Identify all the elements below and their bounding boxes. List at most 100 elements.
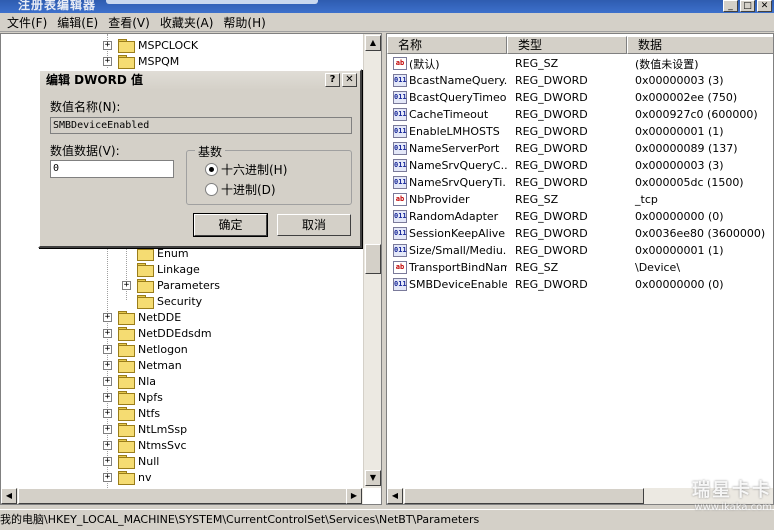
column-name[interactable]: 名称	[387, 36, 507, 54]
expand-icon[interactable]: +	[103, 392, 112, 402]
tree-item[interactable]: + nv	[103, 469, 151, 485]
scroll-thumb[interactable]	[365, 244, 381, 274]
tree-item[interactable]: + NtmsSvc	[103, 437, 187, 453]
menu-view[interactable]: 查看(V)	[103, 14, 155, 31]
tree-item[interactable]: Linkage	[122, 261, 200, 277]
list-row[interactable]: ab NbProvider REG_SZ _tcp	[387, 191, 773, 208]
scroll-right-button[interactable]: ▶	[346, 488, 362, 504]
expand-icon[interactable]: +	[103, 328, 112, 338]
list-row[interactable]: 011 SMBDeviceEnabled REG_DWORD 0x00000000 (…	[387, 276, 773, 293]
scroll-down-button[interactable]: ▼	[365, 470, 381, 486]
value-name: NameSrvQueryTi...	[409, 176, 507, 189]
tree-item[interactable]: + NtLmSsp	[103, 421, 187, 437]
menu-edit[interactable]: 编辑(E)	[52, 14, 103, 31]
list-cell-type: REG_DWORD	[515, 244, 588, 257]
scroll-left-button[interactable]: ◀	[387, 488, 403, 504]
tree-item[interactable]: + NetDDEdsdm	[103, 325, 212, 341]
expand-icon[interactable]: +	[103, 440, 112, 450]
minimize-button[interactable]: _	[723, 0, 738, 12]
scroll-thumb[interactable]	[404, 488, 644, 504]
value-list[interactable]: 名称 类型 数据 ab (默认) REG_SZ (数值未设置) 011 BcastName…	[386, 33, 774, 505]
tree-item[interactable]: + Null	[103, 453, 159, 469]
list-cell-data: _tcp	[635, 193, 658, 206]
value-name: SMBDeviceEnabled	[409, 278, 507, 291]
tree-item-label: Linkage	[157, 262, 200, 276]
value-name: NameServerPort	[409, 142, 500, 155]
scroll-left-button[interactable]: ◀	[1, 488, 17, 504]
expand-icon[interactable]: +	[103, 472, 112, 482]
list-row[interactable]: 011 SessionKeepAlive REG_DWORD 0x0036ee80 (…	[387, 225, 773, 242]
scroll-thumb[interactable]	[18, 488, 348, 504]
tree-item-label: NetDDE	[138, 310, 182, 324]
tree-item[interactable]: + Nla	[103, 373, 156, 389]
list-cell-type: REG_SZ	[515, 193, 559, 206]
list-row[interactable]: 011 EnableLMHOSTS REG_DWORD 0x00000001 (1)	[387, 123, 773, 140]
folder-icon	[118, 391, 135, 405]
tree-item-label: Npfs	[138, 390, 163, 404]
expand-icon[interactable]: +	[103, 424, 112, 434]
list-row[interactable]: 011 RandomAdapter REG_DWORD 0x00000000 (0)	[387, 208, 773, 225]
help-button[interactable]: ?	[325, 73, 340, 87]
expand-icon[interactable]: +	[103, 408, 112, 418]
list-row[interactable]: ab TransportBindName REG_SZ \Device\	[387, 259, 773, 276]
tree-item[interactable]: + MSPQM	[103, 53, 179, 69]
tree-item[interactable]: + Netman	[103, 357, 182, 373]
cancel-button[interactable]: 取消	[277, 214, 351, 236]
expand-icon[interactable]: +	[122, 280, 131, 290]
dialog-close-button[interactable]: ✕	[342, 73, 357, 87]
list-row[interactable]: 011 CacheTimeout REG_DWORD 0x000927c0 (6000…	[387, 106, 773, 123]
ok-button[interactable]: 确定	[193, 213, 268, 237]
folder-icon	[118, 407, 135, 421]
tree-item[interactable]: + MSPCLOCK	[103, 37, 198, 53]
menu-help[interactable]: 帮助(H)	[218, 14, 270, 31]
scroll-up-button[interactable]: ▲	[365, 35, 381, 51]
expand-icon[interactable]: +	[103, 40, 112, 50]
list-cell-data: 0x000005dc (1500)	[635, 176, 744, 189]
column-type[interactable]: 类型	[507, 36, 627, 54]
expand-icon[interactable]: +	[103, 344, 112, 354]
tree-horizontal-scrollbar[interactable]: ◀ ▶	[1, 488, 363, 504]
expand-icon[interactable]: +	[103, 360, 112, 370]
list-row[interactable]: ab (默认) REG_SZ (数值未设置)	[387, 55, 773, 72]
radio-decimal[interactable]: 十进制(D)	[205, 181, 276, 198]
tree-item-label: Parameters	[157, 278, 220, 292]
list-row[interactable]: 011 NameServerPort REG_DWORD 0x00000089 (13…	[387, 140, 773, 157]
list-row[interactable]: 011 NameSrvQueryC... REG_DWORD 0x00000003 (…	[387, 157, 773, 174]
expand-icon[interactable]: +	[103, 456, 112, 466]
value-name: RandomAdapter	[409, 210, 499, 223]
list-cell-type: REG_SZ	[515, 57, 559, 70]
tree-vertical-scrollbar[interactable]: ▲ ▼	[363, 34, 381, 488]
list-cell-type: REG_SZ	[515, 261, 559, 274]
dword-value-icon: 011	[393, 142, 407, 155]
expand-icon[interactable]: +	[103, 56, 112, 66]
list-row[interactable]: 011 Size/Small/Mediu... REG_DWORD 0x0000000…	[387, 242, 773, 259]
tree-item-selected[interactable]: + Parameters	[122, 277, 220, 293]
tree-item[interactable]: + Ntfs	[103, 405, 160, 421]
list-row[interactable]: 011 BcastQueryTimeout REG_DWORD 0x000002ee …	[387, 89, 773, 106]
menu-favorites[interactable]: 收藏夹(A)	[155, 14, 219, 31]
tree-item-label: MSPQM	[138, 54, 180, 68]
tree-item[interactable]: + NetDDE	[103, 309, 181, 325]
list-cell-data: 0x00000000 (0)	[635, 278, 724, 291]
tree-item[interactable]: + Netlogon	[103, 341, 188, 357]
expand-icon[interactable]: +	[103, 312, 112, 322]
list-cell-data: 0x00000003 (3)	[635, 74, 724, 87]
folder-icon	[118, 375, 135, 389]
maximize-button[interactable]: □	[740, 0, 755, 12]
value-data-input[interactable]: 0	[50, 160, 174, 178]
menu-file[interactable]: 文件(F)	[2, 14, 52, 31]
expand-icon[interactable]: +	[103, 376, 112, 386]
tree-item-label: nv	[138, 470, 152, 484]
tree-item[interactable]: + Npfs	[103, 389, 163, 405]
radio-hex[interactable]: 十六进制(H)	[205, 161, 287, 178]
tree-item-label: Ntfs	[138, 406, 161, 420]
column-data[interactable]: 数据	[627, 36, 773, 54]
folder-icon	[118, 343, 135, 357]
close-button[interactable]: ✕	[757, 0, 772, 12]
folder-icon	[118, 439, 135, 453]
list-row[interactable]: 011 NameSrvQueryTi... REG_DWORD 0x000005dc …	[387, 174, 773, 191]
list-row[interactable]: 011 BcastNameQuery... REG_DWORD 0x00000003 …	[387, 72, 773, 89]
tree-item-label: Netman	[138, 358, 182, 372]
list-cell-data: 0x00000001 (1)	[635, 244, 724, 257]
tree-item[interactable]: Security	[122, 293, 202, 309]
